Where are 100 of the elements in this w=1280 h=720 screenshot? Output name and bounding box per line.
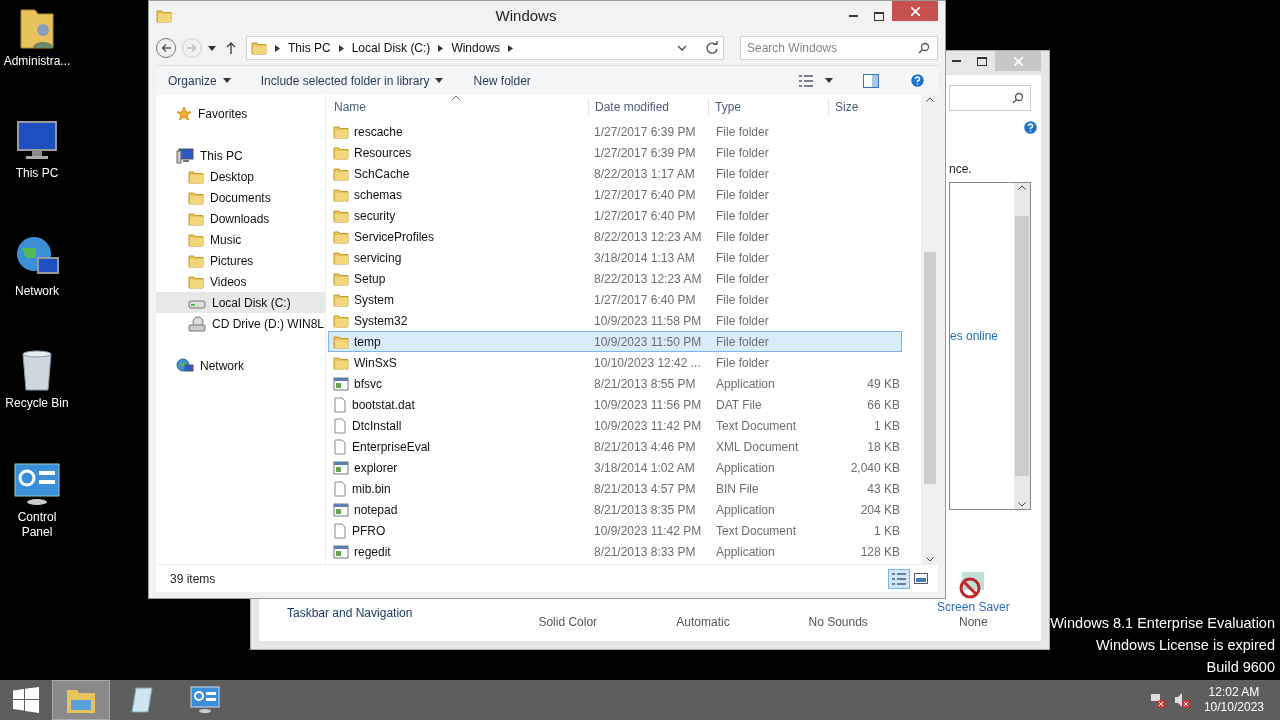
column-header[interactable]: Type: [709, 98, 829, 116]
type-cell-text: File folder: [715, 333, 770, 351]
close-button[interactable]: [892, 1, 938, 21]
nav-item[interactable]: Network: [156, 355, 325, 376]
file-row[interactable]: EnterpriseEval 8/21/2013 4:46 PM XML Document 18 KB: [328, 436, 902, 457]
scroll-up-icon[interactable]: [1018, 185, 1026, 190]
clock-date[interactable]: 10/10/2023: [1203, 700, 1264, 715]
breadcrumb[interactable]: Local Disk (C:): [351, 39, 431, 57]
file-name: DtcInstall: [352, 417, 402, 435]
license-notice-text: Windows License is expired: [1096, 636, 1275, 655]
file-row[interactable]: Resources 1/27/2017 6:39 PM File folder: [328, 142, 902, 163]
nav-item[interactable]: Music: [156, 229, 325, 250]
scrollbar[interactable]: [1014, 183, 1030, 509]
date-cell-text: 3/18/2014 1:13 AM: [593, 249, 696, 267]
file-row[interactable]: explorer 3/18/2014 1:02 AM Application 2,040 KB: [328, 457, 902, 478]
search-icon: [1012, 92, 1024, 104]
application-icon: [333, 544, 349, 559]
nav-item[interactable]: Videos: [156, 271, 325, 292]
file-row[interactable]: security 1/27/2017 6:40 PM File folder: [328, 205, 902, 226]
file-row[interactable]: bootstat.dat 10/9/2023 11:56 PM DAT File 66 KB: [328, 394, 902, 415]
column-header[interactable]: Size: [829, 98, 899, 116]
speaker-muted-icon[interactable]: [1173, 692, 1190, 708]
desktop-icon-label[interactable]: Control Panel: [2, 510, 72, 540]
scroll-thumb[interactable]: [1015, 216, 1029, 476]
scroll-up-icon[interactable]: [925, 97, 934, 102]
chevron-icon[interactable]: [338, 44, 344, 52]
date-cell-text: 8/22/2013 12:23 AM: [593, 270, 703, 288]
file-row[interactable]: System32 10/9/2023 11:58 PM File folder: [328, 310, 902, 331]
scroll-thumb[interactable]: [923, 252, 936, 484]
window-title: Windows: [494, 5, 558, 26]
details-view-button[interactable]: [888, 568, 910, 589]
nav-item[interactable]: This PC: [156, 145, 325, 166]
date-cell-text: 10/9/2023 11:42 PM: [593, 522, 703, 540]
taskbar-navigation-link[interactable]: Taskbar and Navigation: [287, 606, 413, 620]
file-row[interactable]: temp 10/9/2023 11:50 PM File folder: [328, 331, 902, 352]
date-cell-text: 1/27/2017 6:39 PM: [593, 144, 697, 162]
nav-item[interactable]: Desktop: [156, 166, 325, 187]
up-arrow-icon[interactable]: [226, 42, 236, 54]
toolbar-button[interactable]: Include selected folder in library: [260, 71, 444, 90]
category-link[interactable]: Screen Saver: [937, 600, 1010, 614]
type-cell-text: File folder: [715, 165, 770, 183]
type-cell-text: File folder: [715, 123, 770, 141]
date-cell-text: 8/22/2013 12:23 AM: [593, 228, 703, 246]
chevron-down-icon[interactable]: [677, 45, 687, 51]
file-row[interactable]: notepad 8/21/2013 8:35 PM Application 204 KB: [328, 499, 902, 520]
nav-item[interactable]: CD Drive (D:) WIN8L: [156, 313, 325, 334]
toolbar-button[interactable]: Organize: [168, 71, 231, 90]
type-cell-text: Application: [715, 375, 776, 393]
date-cell-text: 8/21/2013 8:33 PM: [593, 543, 697, 561]
search-field[interactable]: [949, 85, 1031, 111]
file-row[interactable]: schemas 1/27/2017 6:40 PM File folder: [328, 184, 902, 205]
column-header[interactable]: Name: [328, 98, 589, 116]
chevron-icon[interactable]: [275, 44, 280, 52]
file-row[interactable]: PFRO 10/9/2023 11:42 PM Text Document 1 KB: [328, 520, 902, 541]
file-row[interactable]: ServiceProfiles 8/22/2013 12:23 AM File folder: [328, 226, 902, 247]
file-row[interactable]: SchCache 8/22/2013 1:17 AM File folder: [328, 163, 902, 184]
folder-icon: [188, 253, 204, 268]
nav-item[interactable]: Favorites: [156, 103, 325, 124]
chevron-icon[interactable]: [508, 44, 514, 52]
license-notice-text: Build 9600: [1206, 658, 1275, 677]
address-bar[interactable]: This PC Local Disk (C:) Windows: [246, 36, 724, 60]
nav-item[interactable]: Documents: [156, 187, 325, 208]
toolbar-button[interactable]: New folder: [473, 71, 531, 90]
scroll-down-icon[interactable]: [925, 557, 934, 562]
desktop-icon-label[interactable]: Recycle Bin: [2, 396, 72, 411]
nav-item[interactable]: Local Disk (C:): [156, 292, 325, 313]
computer-icon: [176, 147, 194, 164]
scrollbar[interactable]: [921, 95, 938, 564]
clock-time[interactable]: 12:02 AM: [1208, 685, 1260, 700]
preview-pane-icon[interactable]: [863, 73, 879, 88]
date-cell-text: 8/22/2013 1:17 AM: [593, 165, 696, 183]
help-icon[interactable]: [1022, 119, 1039, 136]
view-options-button[interactable]: [799, 74, 833, 87]
breadcrumb[interactable]: Windows: [451, 39, 501, 57]
file-row[interactable]: servicing 3/18/2014 1:13 AM File folder: [328, 247, 902, 268]
more-themes-link[interactable]: es online: [950, 327, 1014, 345]
network-disconnected-icon[interactable]: [1149, 692, 1166, 708]
file-row[interactable]: WinSxS 10/10/2023 12:42 ... File folder: [328, 352, 902, 373]
scroll-down-icon[interactable]: [1018, 502, 1026, 507]
size-cell-text: 18 KB: [866, 438, 901, 456]
help-icon[interactable]: [909, 72, 926, 89]
search-field[interactable]: Search Windows: [740, 36, 938, 60]
file-row[interactable]: rescache 1/27/2017 6:39 PM File folder: [328, 121, 902, 142]
desktop-icon-label[interactable]: Network: [2, 284, 72, 299]
recent-locations-caret-icon: [208, 45, 216, 51]
file-row[interactable]: regedit 8/21/2013 8:33 PM Application 128 KB: [328, 541, 902, 562]
desktop-icon-label[interactable]: Administra...: [2, 54, 72, 69]
file-row[interactable]: Setup 8/22/2013 12:23 AM File folder: [328, 268, 902, 289]
refresh-icon[interactable]: [705, 41, 719, 55]
document-icon: [333, 396, 347, 413]
nav-item[interactable]: Pictures: [156, 250, 325, 271]
column-header[interactable]: Date modified: [589, 98, 709, 116]
file-row[interactable]: DtcInstall 10/9/2023 11:42 PM Text Document 1 KB: [328, 415, 902, 436]
desktop-icon-label[interactable]: This PC: [2, 166, 72, 181]
file-row[interactable]: bfsvc 8/21/2013 8:55 PM Application 49 KB: [328, 373, 902, 394]
file-row[interactable]: mib.bin 8/21/2013 4:57 PM BIN File 43 KB: [328, 478, 902, 499]
breadcrumb[interactable]: This PC: [288, 39, 331, 57]
chevron-icon[interactable]: [438, 44, 444, 52]
nav-item[interactable]: Downloads: [156, 208, 325, 229]
file-row[interactable]: System 1/27/2017 6:40 PM File folder: [328, 289, 902, 310]
